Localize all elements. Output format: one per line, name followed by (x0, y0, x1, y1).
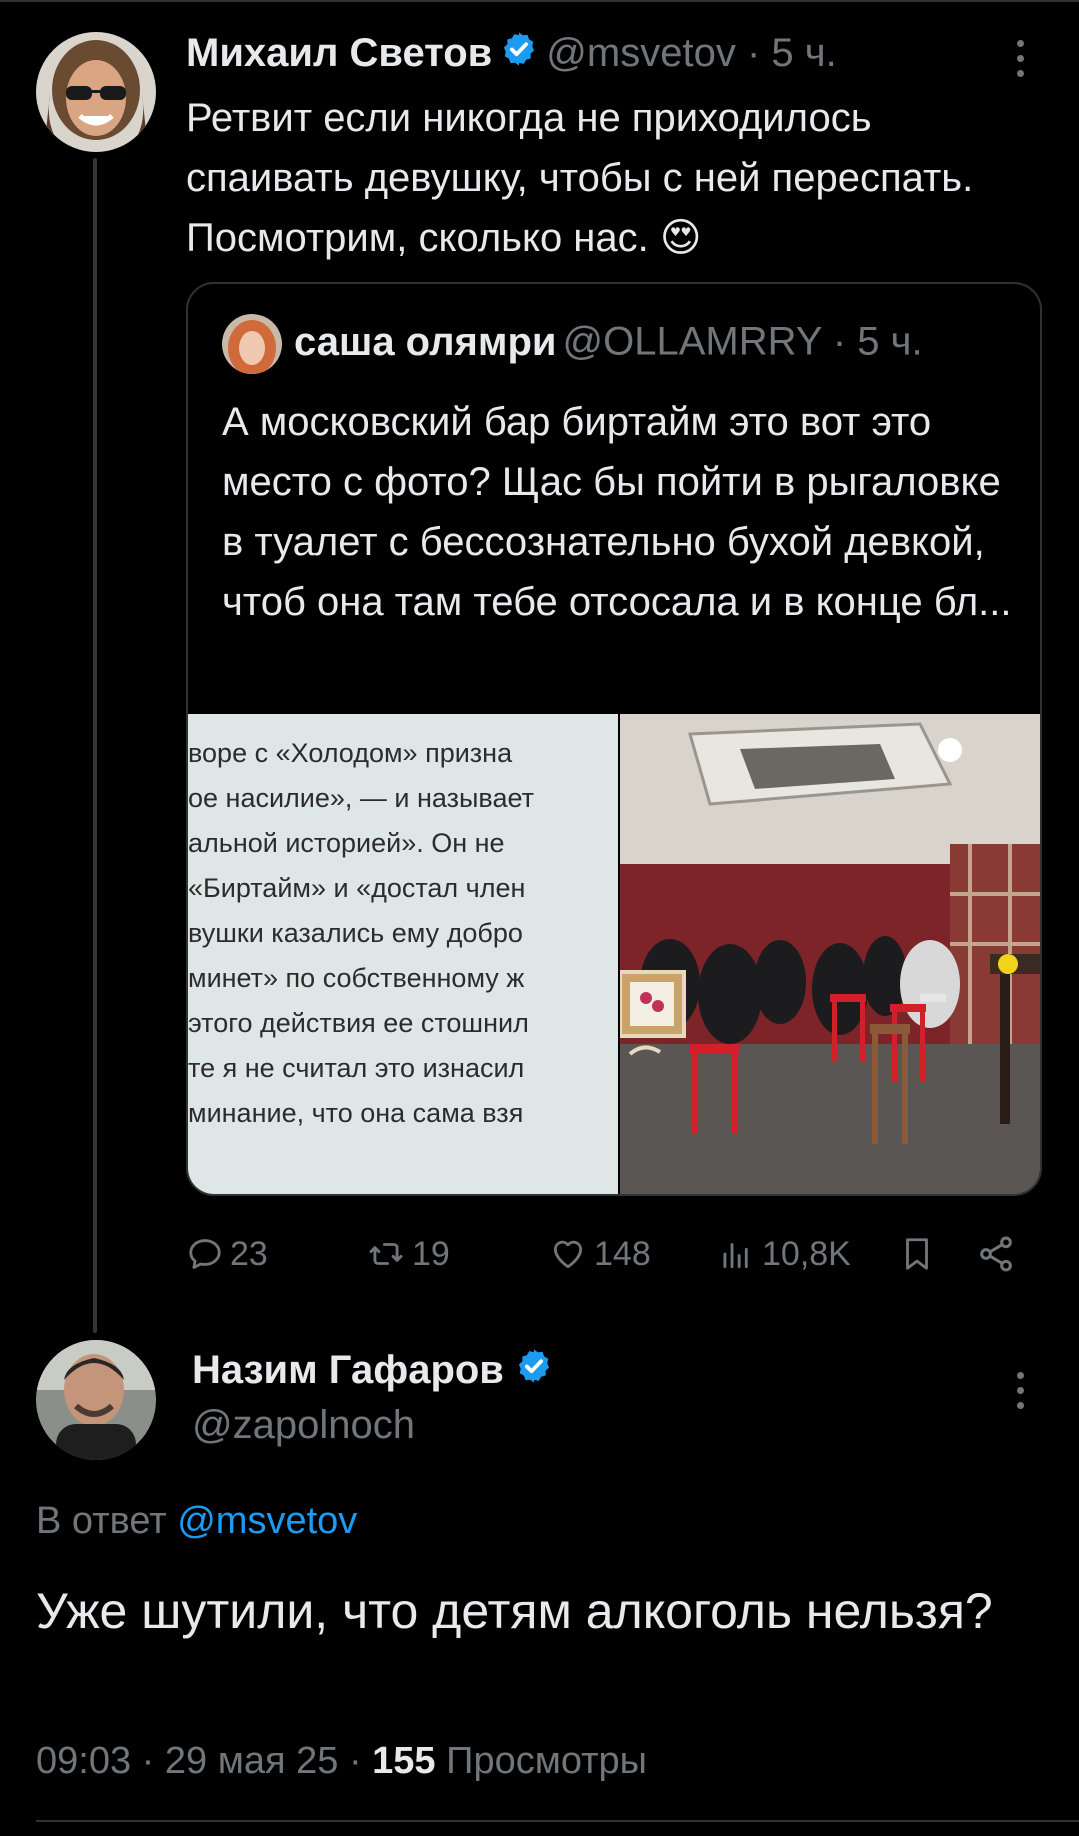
image-text-line: те я не считал это изнасил (188, 1053, 525, 1083)
retweet-button[interactable]: 19 (366, 1228, 450, 1280)
tweet-text: Ретвит если никогда не приходилось спаив… (186, 88, 1046, 268)
reply-prefix: В ответ (36, 1500, 167, 1542)
views-button[interactable]: 10,8K (716, 1228, 851, 1280)
reply-text: Уже шутили, что детям алкоголь нельзя? (36, 1583, 993, 1639)
image-text-line: альной историей». Он не (188, 828, 505, 858)
views-bar-chart-icon (723, 1243, 748, 1269)
quoted-author-name: саша олямри (294, 319, 557, 364)
reply-date[interactable]: 29 мая 25 (165, 1740, 339, 1782)
views-count: 10,8K (762, 1234, 851, 1273)
reply-author-handle[interactable]: @zapolnoch (192, 1400, 415, 1450)
like-count: 148 (594, 1234, 651, 1273)
verified-badge-icon (515, 1347, 553, 1397)
reply-author-name[interactable]: Назим Гафаров (192, 1348, 504, 1392)
quoted-media-bar-photo[interactable] (620, 714, 1040, 1194)
bookmark-button[interactable] (898, 1228, 936, 1280)
reply-author-header: Назим Гафаров (192, 1345, 553, 1397)
reply-button[interactable]: 23 (186, 1228, 268, 1280)
tweet-body: Ретвит если никогда не приходилось спаив… (186, 96, 974, 260)
quoted-author-handle: @OLLAMRRY (562, 319, 822, 364)
reply-context: В ответ @msvetov (36, 1496, 357, 1546)
quoted-author-avatar (222, 314, 282, 374)
reply-time[interactable]: 09:03 (36, 1740, 131, 1782)
reply-author-avatar[interactable] (36, 1340, 156, 1460)
author-name[interactable]: Михаил Светов (186, 31, 492, 75)
reply-count: 23 (230, 1234, 268, 1273)
share-icon (980, 1236, 1012, 1272)
top-divider (0, 0, 1079, 2)
heart-eyes-emoji: 😍 (659, 216, 702, 260)
quoted-tweet-header: саша олямри @OLLAMRRY · 5 ч. (222, 314, 923, 374)
more-options-icon[interactable] (1000, 36, 1040, 77)
like-button[interactable]: 148 (548, 1228, 651, 1280)
author-handle[interactable]: @msvetov (546, 31, 736, 75)
bookmark-icon (906, 1238, 928, 1270)
retweet-count: 19 (412, 1234, 450, 1273)
thread-connector-line (93, 158, 97, 1333)
reply-views-label: Просмотры (446, 1740, 647, 1782)
image-text-line: минание, что она сама взя (188, 1098, 524, 1128)
more-options-icon[interactable] (1000, 1368, 1040, 1409)
quoted-media-text-screenshot[interactable]: воре с «Холодом» призна ое насилие», — и… (188, 714, 618, 1194)
quoted-tweet-card[interactable]: саша олямри @OLLAMRRY · 5 ч. А московский… (186, 282, 1042, 1196)
image-text-line: минет» по собственному ж (188, 963, 525, 993)
image-text-line: «Биртайм» и «достал член (188, 873, 526, 903)
tweet-header: Михаил Светов @msvetov · 5 ч. (186, 28, 837, 80)
image-text-line: этого действия ее стошнил (188, 1008, 529, 1038)
bottom-divider (36, 1820, 1079, 1822)
reply-icon (189, 1239, 221, 1269)
verified-badge-icon (500, 30, 538, 80)
reply-to-mention[interactable]: @msvetov (177, 1500, 357, 1542)
tweet-time[interactable]: · 5 ч. (747, 31, 837, 75)
retweet-icon (369, 1243, 403, 1265)
reply-views-count: 155 (372, 1740, 436, 1782)
image-text-line: ое насилие», — и называет (188, 783, 534, 813)
share-button[interactable] (976, 1228, 1016, 1280)
reply-meta: 09:03 · 29 мая 25 · 155 Просмотры (36, 1740, 647, 1782)
heart-icon (553, 1240, 583, 1269)
image-text-line: воре с «Холодом» призна (188, 738, 513, 768)
quoted-tweet-text: А московский бар биртайм это вот это мес… (222, 400, 1012, 624)
tweet-action-bar: 23 19 148 10,8K (186, 1228, 1046, 1280)
author-avatar[interactable] (36, 32, 156, 152)
quoted-tweet-time: · 5 ч. (832, 319, 923, 364)
image-text-line: вушки казались ему добро (188, 918, 523, 948)
